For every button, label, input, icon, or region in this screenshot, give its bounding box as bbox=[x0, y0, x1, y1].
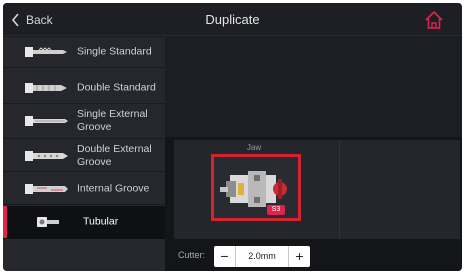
sidebar-item-double-external-groove[interactable]: Double External Groove bbox=[3, 141, 165, 172]
cutter-increase-button[interactable]: + bbox=[288, 246, 310, 267]
jaw-selection-area: Jaw S3 bbox=[174, 140, 460, 239]
jaw-badge: S3 bbox=[267, 205, 285, 215]
sidebar-item-double-standard[interactable]: Double Standard bbox=[3, 73, 165, 104]
active-indicator bbox=[3, 206, 7, 238]
cutter-stepper: − 2.0mm + bbox=[214, 246, 310, 267]
sidebar-item-label: Single Standard bbox=[77, 45, 152, 58]
tubular-key-icon bbox=[37, 217, 59, 227]
internal-groove-key-icon bbox=[25, 184, 68, 194]
page-title: Duplicate bbox=[205, 12, 260, 27]
sidebar-item-label: Single External Groove bbox=[77, 107, 148, 133]
sidebar-item-label: Tubular bbox=[83, 215, 119, 228]
sidebar-item-tubular[interactable]: Tubular bbox=[3, 206, 165, 239]
sidebar-item-single-external-groove[interactable]: Single External Groove bbox=[3, 103, 165, 139]
jaw-divider bbox=[339, 140, 340, 239]
preview-area bbox=[165, 37, 462, 137]
jaw-card-selected[interactable]: S3 bbox=[211, 154, 301, 221]
double-standard-key-icon bbox=[25, 83, 67, 93]
sidebar-item-label: Double External Groove bbox=[77, 143, 152, 168]
home-icon[interactable] bbox=[423, 9, 445, 31]
single-standard-key-icon bbox=[25, 47, 67, 57]
header-bar: Back Duplicate bbox=[3, 3, 462, 36]
cutter-label: Cutter: bbox=[178, 250, 206, 260]
jaw-label: Jaw bbox=[246, 143, 262, 152]
content-panel: Jaw S3 Cutter: − 2.0mm + bbox=[165, 37, 462, 271]
sidebar-item-internal-groove[interactable]: Internal Groove bbox=[3, 174, 165, 205]
cutter-value: 2.0mm bbox=[248, 251, 276, 261]
single-external-groove-key-icon bbox=[25, 116, 68, 126]
sidebar-item-label: Internal Groove bbox=[77, 182, 150, 195]
double-external-groove-key-icon bbox=[25, 151, 68, 161]
key-type-sidebar: Single Standard Double Standard Single E… bbox=[3, 37, 165, 271]
duplicate-screen: Back Duplicate Single Standard Double St… bbox=[3, 3, 462, 271]
sidebar-item-single-standard[interactable]: Single Standard bbox=[3, 37, 165, 68]
sidebar-item-label: Double Standard bbox=[77, 81, 156, 94]
cutter-decrease-button[interactable]: − bbox=[214, 246, 236, 267]
cutter-control: Cutter: − 2.0mm + bbox=[174, 246, 460, 267]
